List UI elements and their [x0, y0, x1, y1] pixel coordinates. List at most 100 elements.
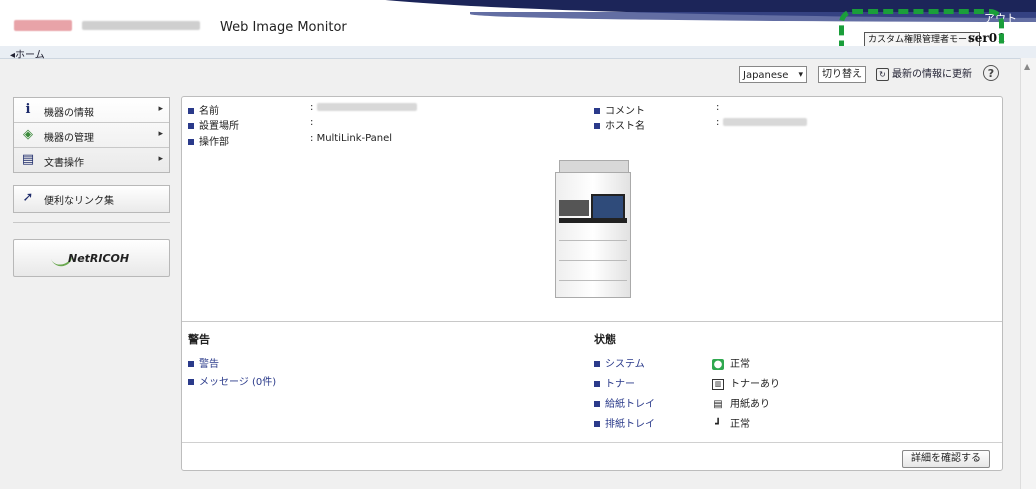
- operation-value: : MultiLink-Panel: [310, 133, 392, 144]
- bullet-icon: [594, 108, 600, 114]
- bullet-icon: [188, 379, 194, 385]
- useful-links-button[interactable]: ➚ 便利なリンク集: [14, 186, 169, 212]
- netricoh-label: NetRICOH: [68, 252, 130, 265]
- useful-links-label: 便利なリンク集: [44, 196, 114, 207]
- status-value: 用紙あり: [730, 399, 770, 410]
- status-output-tray-link[interactable]: 排紙トレイ: [594, 415, 655, 430]
- operation-label: 操作部: [199, 137, 229, 148]
- sidebar-divider: [13, 222, 170, 223]
- scroll-up-icon[interactable]: ▲: [1024, 62, 1030, 71]
- comment-row: コメント: [594, 102, 645, 117]
- name-label: 名前: [199, 106, 219, 117]
- colon: :: [310, 133, 314, 144]
- sidebar-item-device-info[interactable]: i 機器の情報 ▸: [14, 98, 169, 123]
- comment-colon: :: [716, 102, 720, 113]
- printer-drawer-line: [559, 240, 627, 241]
- operation-row: 操作部: [188, 133, 229, 148]
- language-select-value: Japanese: [743, 70, 789, 81]
- colon: :: [716, 117, 720, 128]
- status-system-link[interactable]: システム: [594, 355, 645, 370]
- name-value: :: [310, 102, 417, 113]
- netricoh-banner[interactable]: NetRICOH: [13, 239, 170, 277]
- chevron-right-icon: ▸: [158, 104, 163, 114]
- location-row: 設置場所: [188, 117, 239, 132]
- refresh-icon: ↻: [876, 67, 889, 81]
- host-value-blurred: [722, 118, 807, 126]
- sidebar: i 機器の情報 ▸ ◈ 機器の管理 ▸ ▤ 文書操作 ▸ ➚ 便利なリンク集 N…: [0, 93, 180, 489]
- app-title: Web Image Monitor: [220, 20, 347, 35]
- switch-language-button[interactable]: 切り替え: [818, 66, 866, 83]
- printer-image: [555, 160, 631, 298]
- host-label: ホスト名: [605, 121, 645, 132]
- message-link[interactable]: メッセージ (0件): [188, 373, 276, 388]
- location-label: 設置場所: [199, 121, 239, 132]
- device-model-blurred: [82, 21, 200, 30]
- alert-link-label: 警告: [199, 359, 219, 370]
- link-arrow-icon: ➚: [22, 190, 34, 205]
- message-link-label: メッセージ (0件): [199, 377, 277, 388]
- sidebar-menu: i 機器の情報 ▸ ◈ 機器の管理 ▸ ▤ 文書操作 ▸: [13, 97, 170, 173]
- bullet-icon: [188, 361, 194, 367]
- sidebar-item-label: 機器の情報: [44, 108, 94, 119]
- status-paper-tray-value: ▤ 用紙あり: [712, 395, 770, 411]
- status-toner-link[interactable]: トナー: [594, 375, 635, 390]
- brand-logo: [14, 20, 72, 31]
- host-value: :: [716, 117, 807, 128]
- section-divider: [182, 321, 1002, 322]
- sidebar-item-label: 機器の管理: [44, 133, 94, 144]
- bullet-icon: [594, 421, 600, 427]
- help-icon[interactable]: ?: [983, 65, 999, 81]
- host-row: ホスト名: [594, 117, 645, 132]
- status-toner-value: ▥ トナーあり: [712, 375, 780, 390]
- bullet-icon: [594, 381, 600, 387]
- scrollbar[interactable]: ▲: [1020, 58, 1036, 489]
- status-label: トナー: [605, 379, 635, 390]
- document-icon: ▤: [21, 152, 35, 167]
- alerts-title: 警告: [188, 333, 210, 346]
- bullet-icon: [594, 361, 600, 367]
- comment-label: コメント: [605, 106, 645, 117]
- printer-stripe: [559, 218, 627, 223]
- toner-icon: ▥: [712, 378, 724, 390]
- colon: :: [310, 102, 314, 113]
- system-ok-icon: ●: [712, 358, 724, 370]
- status-value: 正常: [730, 359, 750, 370]
- status-label: 排紙トレイ: [605, 419, 655, 430]
- printer-drawer-line: [559, 280, 627, 281]
- refresh-button[interactable]: ↻ 最新の情報に更新: [876, 66, 972, 83]
- device-panel: 名前 : 設置場所 : 操作部 : MultiLink-Panel コメント :…: [181, 96, 1003, 471]
- status-value: トナーあり: [730, 379, 780, 390]
- sidebar-item-label: 文書操作: [44, 158, 84, 169]
- chevron-right-icon: ▸: [158, 129, 163, 139]
- sidebar-item-document-operations[interactable]: ▤ 文書操作 ▸: [14, 148, 169, 172]
- bullet-icon: [188, 123, 194, 129]
- status-paper-tray-link[interactable]: 給紙トレイ: [594, 395, 655, 410]
- name-row: 名前: [188, 102, 219, 117]
- status-label: 給紙トレイ: [605, 399, 655, 410]
- alert-link[interactable]: 警告: [188, 355, 219, 370]
- breadcrumb: ◂ホーム: [0, 46, 1036, 61]
- status-label: システム: [605, 359, 645, 370]
- output-tray-icon: ┛: [714, 418, 722, 430]
- footer-divider: [182, 442, 1002, 443]
- location-colon: :: [310, 117, 314, 128]
- refresh-label: 最新の情報に更新: [892, 69, 972, 80]
- bullet-icon: [594, 123, 600, 129]
- toolbar: Japanese ▾ 切り替え ↻ 最新の情報に更新 ?: [0, 59, 1020, 93]
- useful-links-menu: ➚ 便利なリンク集: [13, 185, 170, 213]
- bullet-icon: [188, 139, 194, 145]
- language-select[interactable]: Japanese ▾: [739, 66, 807, 83]
- status-title: 状態: [594, 333, 616, 346]
- paper-tray-icon: ▤: [713, 398, 723, 410]
- device-management-icon: ◈: [23, 127, 33, 142]
- printer-drawer-line: [559, 260, 627, 261]
- status-output-tray-value: ┛ 正常: [712, 415, 750, 431]
- status-value: 正常: [730, 419, 750, 430]
- chevron-down-icon: ▾: [798, 70, 803, 80]
- sidebar-item-device-management[interactable]: ◈ 機器の管理 ▸: [14, 123, 169, 148]
- view-details-button[interactable]: 詳細を確認する: [902, 450, 990, 468]
- bullet-icon: [188, 108, 194, 114]
- operation-value-text: MultiLink-Panel: [316, 133, 393, 144]
- printer-output: [559, 200, 589, 216]
- info-icon: i: [25, 102, 31, 117]
